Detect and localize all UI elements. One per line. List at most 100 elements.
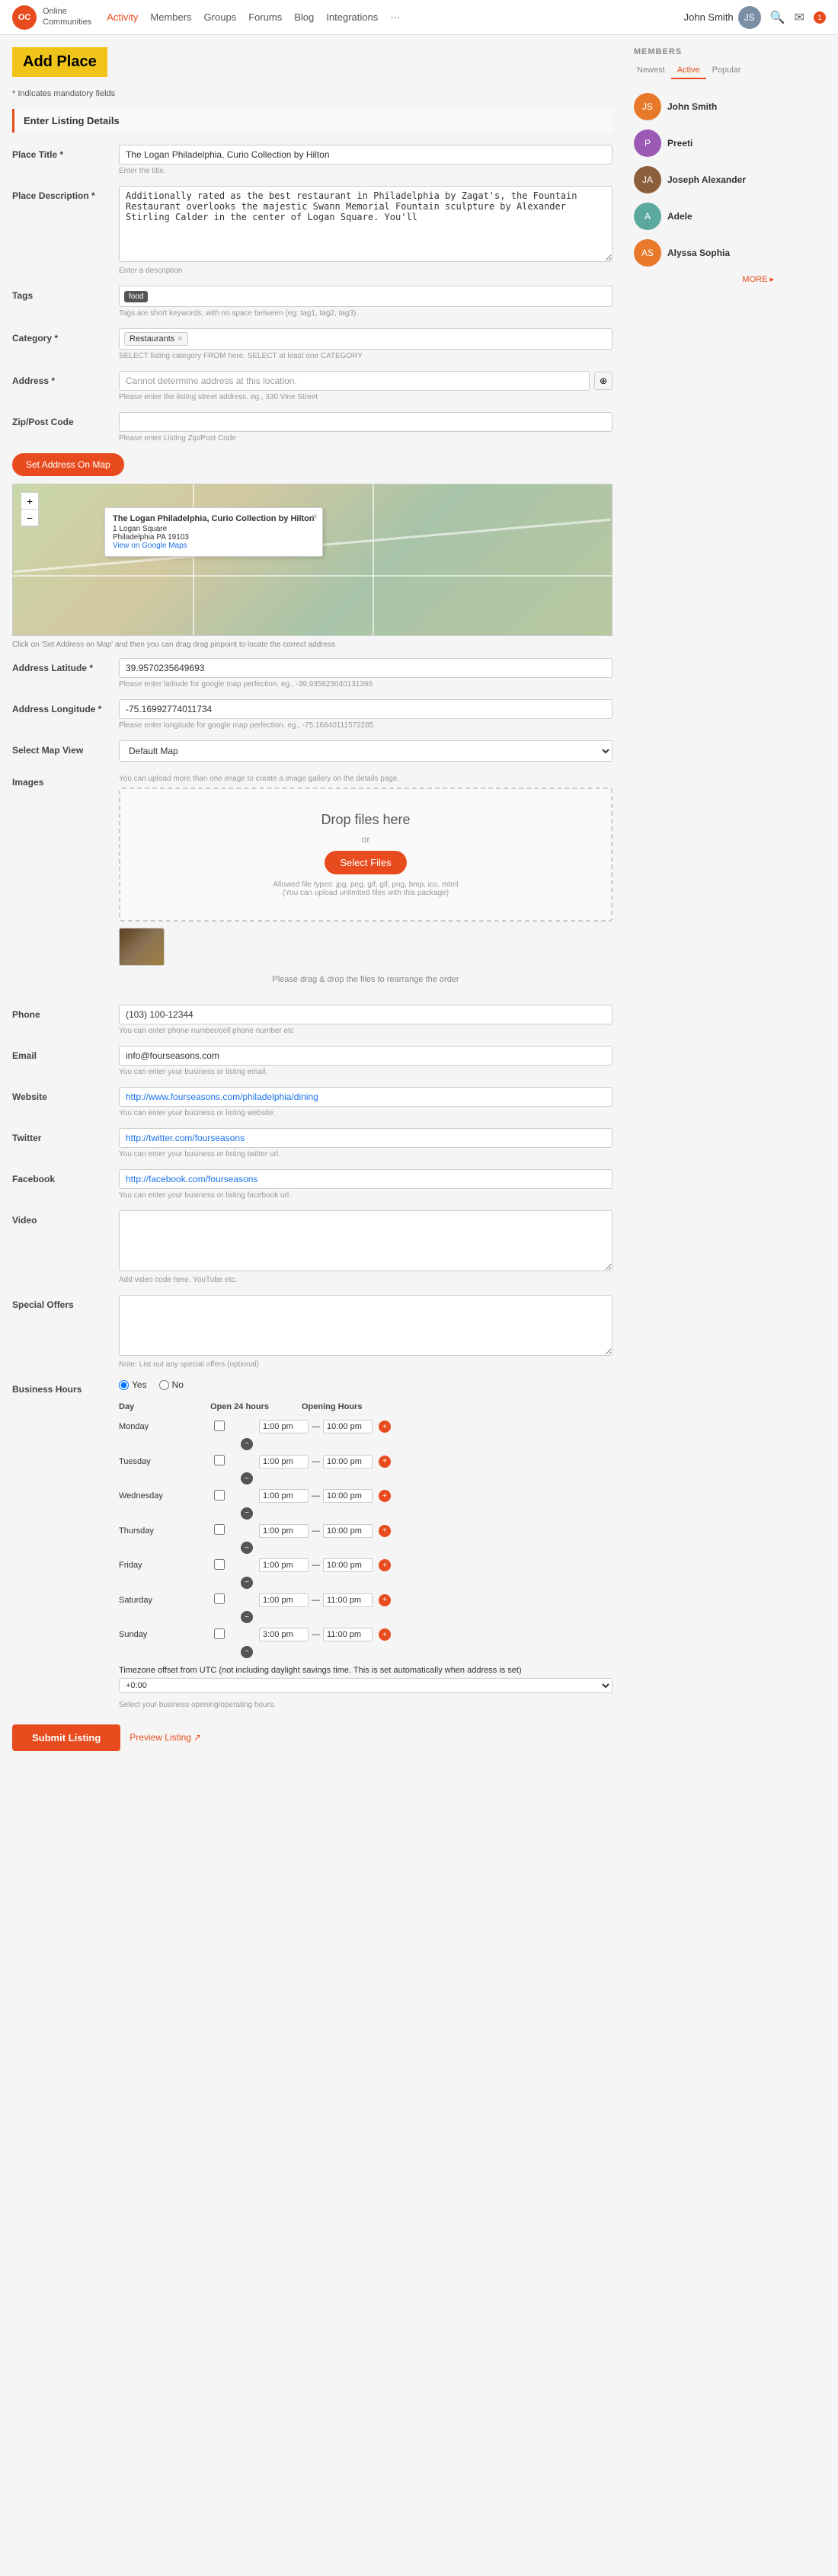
video-input[interactable]	[119, 1210, 613, 1271]
add-hour-button[interactable]: +	[379, 1559, 391, 1571]
place-title-input[interactable]	[119, 145, 613, 165]
email-field: You can enter your business or listing e…	[119, 1046, 613, 1076]
member-name: John Smith	[667, 101, 717, 112]
business-system-label: Select your business opening/operating h…	[119, 1701, 613, 1709]
remove-hour-button[interactable]: −	[241, 1646, 253, 1658]
time-separator: —	[312, 1561, 320, 1570]
zoom-out-button[interactable]: −	[21, 510, 38, 526]
nav-activity[interactable]: Activity	[107, 11, 138, 23]
member-item[interactable]: A Adele	[631, 198, 777, 235]
navbar: OC Online Communities Activity Members G…	[0, 0, 838, 35]
yes-radio-label[interactable]: Yes	[119, 1379, 147, 1390]
submit-listing-button[interactable]: Submit Listing	[12, 1724, 120, 1751]
remove-hour-button[interactable]: −	[241, 1542, 253, 1554]
upload-area[interactable]: Drop files here or Select Files Allowed …	[119, 788, 613, 922]
open-from-input[interactable]	[259, 1628, 309, 1641]
facebook-row: Facebook You can enter your business or …	[12, 1169, 613, 1200]
member-item[interactable]: JS John Smith	[631, 88, 777, 125]
remove-hour-button[interactable]: −	[241, 1472, 253, 1485]
map-popup-link[interactable]: View on Google Maps	[113, 542, 187, 550]
nav-groups[interactable]: Groups	[204, 11, 237, 23]
lng-input[interactable]	[119, 699, 613, 719]
time-separator: —	[312, 1422, 320, 1431]
nav-blog[interactable]: Blog	[294, 11, 314, 23]
map-popup-close[interactable]: ×	[312, 511, 318, 522]
set-address-button[interactable]: Set Address On Map	[12, 453, 124, 476]
nav-forums[interactable]: Forums	[248, 11, 282, 23]
add-hour-button[interactable]: +	[379, 1456, 391, 1468]
open-to-input[interactable]	[323, 1420, 373, 1433]
mail-icon[interactable]: ✉	[795, 10, 804, 25]
facebook-input[interactable]	[119, 1169, 613, 1189]
tab-popular[interactable]: Popular	[706, 62, 747, 79]
remove-hour-button[interactable]: −	[241, 1507, 253, 1520]
open-from-input[interactable]	[259, 1489, 309, 1503]
open24-checkbox[interactable]	[214, 1455, 225, 1465]
open-to-input[interactable]	[323, 1593, 373, 1607]
add-hour-button[interactable]: +	[379, 1490, 391, 1502]
add-hour-button[interactable]: +	[379, 1594, 391, 1606]
member-item[interactable]: P Preeti	[631, 125, 777, 161]
special-offers-input[interactable]	[119, 1295, 613, 1356]
no-radio[interactable]	[159, 1380, 169, 1390]
member-item[interactable]: AS Alyssa Sophia	[631, 235, 777, 271]
open-from-input[interactable]	[259, 1455, 309, 1469]
category-label: Category *	[12, 328, 119, 344]
website-input[interactable]	[119, 1087, 613, 1107]
open24-checkbox[interactable]	[214, 1593, 225, 1604]
open24-checkbox[interactable]	[214, 1490, 225, 1501]
tab-active[interactable]: Active	[671, 62, 706, 79]
twitter-input[interactable]	[119, 1128, 613, 1148]
add-hour-button[interactable]: +	[379, 1628, 391, 1641]
select-files-button[interactable]: Select Files	[325, 851, 406, 874]
open-to-input[interactable]	[323, 1524, 373, 1538]
open-to-input[interactable]	[323, 1558, 373, 1572]
zip-input[interactable]	[119, 412, 613, 432]
twitter-row: Twitter You can enter your business or l…	[12, 1128, 613, 1159]
open24-checkbox[interactable]	[214, 1559, 225, 1570]
open24-checkbox[interactable]	[214, 1524, 225, 1535]
remove-hour-button[interactable]: −	[241, 1577, 253, 1589]
remove-hour-button[interactable]: −	[241, 1438, 253, 1450]
member-item[interactable]: JA Joseph Alexander	[631, 161, 777, 198]
remove-hour-button[interactable]: −	[241, 1611, 253, 1623]
open-from-input[interactable]	[259, 1558, 309, 1572]
bottom-buttons: Submit Listing Preview Listing ↗	[12, 1724, 613, 1751]
open24-checkbox[interactable]	[214, 1628, 225, 1639]
open-to-input[interactable]	[323, 1455, 373, 1469]
add-hour-button[interactable]: +	[379, 1421, 391, 1433]
more-members-link[interactable]: MORE ▸	[631, 271, 777, 287]
category-remove[interactable]: ×	[178, 334, 182, 344]
map-popup-city: Philadelphia PA 19103	[113, 533, 315, 542]
yes-radio[interactable]	[119, 1380, 129, 1390]
time-range: — +	[259, 1628, 391, 1641]
add-hour-button[interactable]: +	[379, 1525, 391, 1537]
tags-container[interactable]: food	[119, 286, 613, 307]
phone-input[interactable]	[119, 1005, 613, 1024]
map-zoom-controls: + −	[21, 492, 39, 527]
geolocation-button[interactable]: ⊕	[594, 372, 613, 390]
category-container[interactable]: Restaurants ×	[119, 328, 613, 350]
open-from-input[interactable]	[259, 1524, 309, 1538]
open24-checkbox[interactable]	[214, 1421, 225, 1431]
nav-members[interactable]: Members	[150, 11, 191, 23]
address-input[interactable]	[119, 371, 590, 391]
search-icon[interactable]: 🔍	[770, 10, 785, 25]
nav-integrations[interactable]: Integrations	[326, 11, 378, 23]
open-to-input[interactable]	[323, 1489, 373, 1503]
tab-newest[interactable]: Newest	[631, 62, 671, 79]
zoom-in-button[interactable]: +	[21, 493, 38, 510]
open-from-input[interactable]	[259, 1420, 309, 1433]
preview-listing-link[interactable]: Preview Listing ↗	[130, 1732, 201, 1743]
no-radio-label[interactable]: No	[159, 1379, 184, 1390]
map-view-select[interactable]: Default Map	[119, 740, 613, 762]
lat-input[interactable]	[119, 658, 613, 678]
notification-badge[interactable]: 1	[814, 11, 826, 24]
nav-more[interactable]: ···	[390, 11, 400, 23]
open-from-input[interactable]	[259, 1593, 309, 1607]
day-name: Tuesday	[119, 1457, 180, 1466]
place-description-input[interactable]: Additionally rated as the best restauran…	[119, 186, 613, 262]
email-input[interactable]	[119, 1046, 613, 1066]
open-to-input[interactable]	[323, 1628, 373, 1641]
timezone-select[interactable]: +0:00	[119, 1678, 613, 1693]
